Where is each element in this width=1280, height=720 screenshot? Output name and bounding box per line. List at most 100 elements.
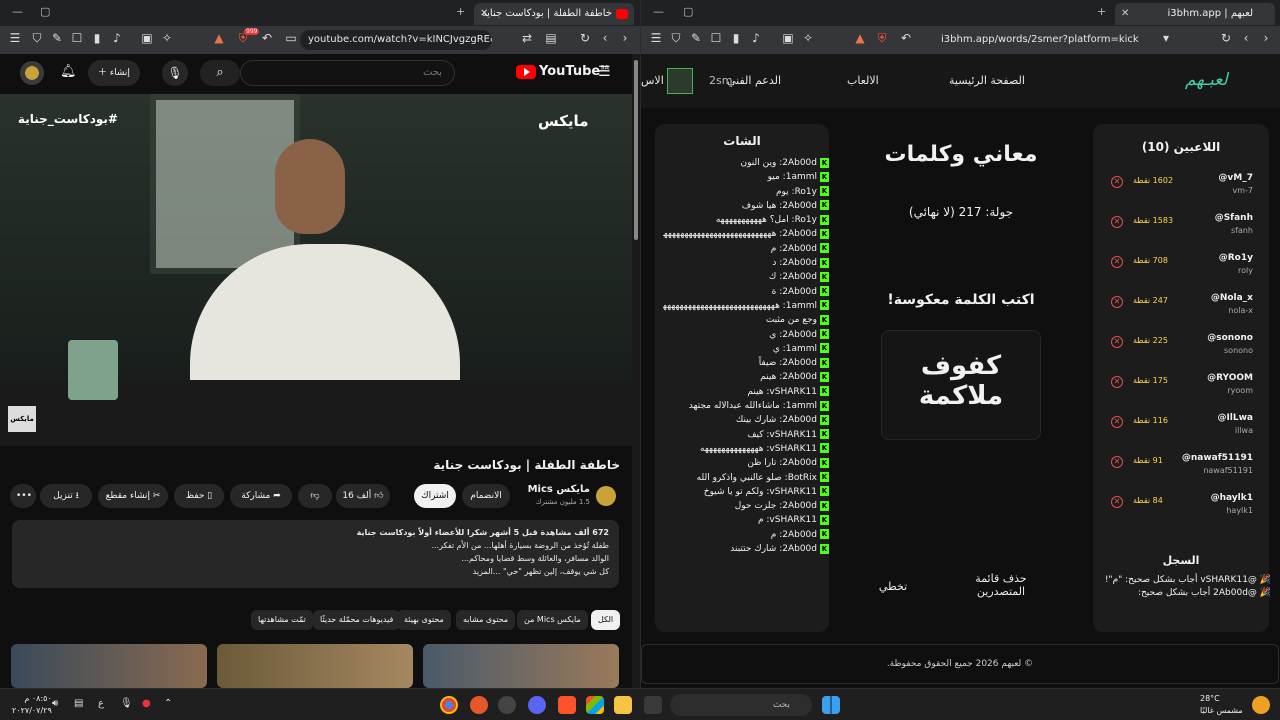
music-icon[interactable]: ♪ [110, 31, 124, 45]
weather-widget[interactable]: 28°C مشمس غالبًا [1200, 693, 1243, 717]
reload-back-icon[interactable]: ↶ [260, 31, 274, 45]
extensions-icon[interactable]: ✧ [801, 31, 815, 45]
chip-watched[interactable]: تمّت مشاهدتها [251, 610, 313, 630]
app-icon[interactable] [470, 696, 488, 714]
maximize-icon[interactable]: ▢ [40, 5, 50, 18]
download-button[interactable]: تنزيل ⭳ [40, 484, 92, 508]
brave-shield-icon[interactable]: ⛨ [875, 31, 889, 46]
nav-cut-link[interactable]: الاس [641, 74, 664, 87]
shield-icon[interactable]: ⛉ [30, 31, 44, 46]
scrollbar-thumb[interactable] [634, 60, 638, 240]
search-input[interactable]: بحث [240, 60, 455, 86]
nav-home[interactable]: الصفحة الرئيسية [949, 74, 1025, 87]
bookmark-icon[interactable]: ☐ [70, 31, 84, 45]
kick-player-icon[interactable]: ✕ [1111, 496, 1123, 508]
search-button[interactable]: ⌕ [200, 60, 240, 86]
tab-youtube-video[interactable]: ✕ خاطفة الطفلة | بودكاست جناية [474, 3, 634, 25]
save-button[interactable]: حفظ ▯ [174, 484, 224, 508]
screenshot-icon[interactable]: ▣ [140, 31, 154, 45]
like-button[interactable]: 16 ألف 👍︎ [336, 484, 390, 508]
minimize-icon[interactable]: — [653, 5, 664, 18]
chip-from-channel[interactable]: من Mics مايكس [517, 610, 588, 630]
music-icon[interactable]: ♪ [749, 31, 763, 45]
reload-icon[interactable]: ↻ [578, 31, 592, 45]
start-windows-icon[interactable] [822, 696, 840, 714]
reload-back-icon[interactable]: ↶ [899, 31, 913, 45]
share-icon[interactable]: ⇄ [520, 31, 534, 45]
recording-icon[interactable]: ● [142, 698, 151, 709]
back-icon[interactable]: ‹ [598, 31, 612, 45]
kick-player-icon[interactable]: ✕ [1111, 176, 1123, 188]
chip-recently-uploaded[interactable]: فيديوهات محمّلة حديثًا [313, 610, 401, 630]
recommended-thumbnail[interactable] [423, 644, 619, 688]
reload-icon[interactable]: ↻ [1219, 31, 1233, 45]
address-bar[interactable]: youtube.com/watch?v=kINCJvgzgRE&t=1... [300, 30, 492, 50]
triangle-icon[interactable]: ▲ [212, 31, 226, 45]
kick-player-icon[interactable]: ✕ [1111, 456, 1123, 468]
close-tab-icon[interactable]: ✕ [480, 3, 488, 25]
chip-all[interactable]: الكل [591, 610, 621, 630]
dislike-button[interactable]: 👎︎ [298, 484, 332, 508]
forward-icon[interactable]: › [1259, 31, 1273, 45]
more-actions-button[interactable]: ••• [10, 484, 36, 508]
network-icon[interactable]: ▤ [74, 698, 83, 709]
create-button[interactable]: ＋ إنشاء [88, 60, 140, 86]
bookmark-star-icon[interactable]: ▾ [1159, 31, 1173, 45]
nav-games[interactable]: الالعاب [847, 74, 879, 87]
bookmark-icon[interactable]: ☐ [709, 31, 723, 45]
channel-name[interactable]: مايكس Mics [500, 484, 590, 495]
screenshot-icon[interactable]: ▣ [781, 31, 795, 45]
mic-tray-icon[interactable]: 🎙︎ [120, 698, 133, 709]
pin-icon[interactable]: ✎ [50, 31, 64, 45]
shield-icon[interactable]: ⛉ [669, 31, 683, 46]
sidebar-icon[interactable]: ▮ [90, 31, 104, 45]
language-indicator[interactable]: ع [98, 698, 104, 709]
kick-player-icon[interactable]: ✕ [1111, 216, 1123, 228]
join-button[interactable]: الانضمام [462, 484, 510, 508]
clear-leaderboard-button[interactable]: حذف قائمة المتصدرين [961, 572, 1041, 598]
menu-icon[interactable]: ☰ [649, 31, 663, 45]
user-avatar[interactable] [667, 68, 693, 94]
new-tab-icon[interactable]: + [1097, 5, 1106, 18]
obs-app-icon[interactable] [498, 696, 516, 714]
close-tab-icon[interactable]: ✕ [1121, 3, 1129, 25]
task-view-icon[interactable] [644, 696, 662, 714]
share-button[interactable]: مشاركة ➦ [230, 484, 292, 508]
hamburger-menu-icon[interactable]: ☰ [598, 64, 611, 80]
triangle-icon[interactable]: ▲ [853, 31, 867, 45]
new-tab-icon[interactable]: + [456, 5, 465, 18]
sidebar-icon[interactable]: ▮ [729, 31, 743, 45]
channel-watermark[interactable]: مايكس [8, 406, 36, 432]
video-description[interactable]: 672 ألف مشاهدة قبل 5 أشهر شكرا للأعضاء أ… [12, 520, 619, 588]
minimize-icon[interactable]: — [12, 5, 23, 18]
chrome-app-icon[interactable] [440, 696, 458, 714]
scrollbar[interactable] [632, 54, 640, 688]
kick-player-icon[interactable]: ✕ [1111, 296, 1123, 308]
back-icon[interactable]: ‹ [1239, 31, 1253, 45]
pin-icon[interactable]: ✎ [689, 31, 703, 45]
recommended-thumbnail[interactable] [11, 644, 207, 688]
sidepanel-icon[interactable]: ▤ [544, 31, 558, 45]
subscribe-button[interactable]: اشتراك [414, 484, 456, 508]
recommended-thumbnail[interactable] [217, 644, 413, 688]
clip-button[interactable]: إنشاء مقطع ✂ [98, 484, 168, 508]
clock[interactable]: ٠٨:٥٠ م ٢٠٢٧/٠٧/٢٩ [12, 693, 52, 717]
extensions-icon[interactable]: ✧ [160, 31, 174, 45]
address-bar[interactable]: i3bhm.app/words/2smer?platform=kick [933, 30, 1153, 50]
file-explorer-icon[interactable] [614, 696, 632, 714]
forward-icon[interactable]: › [618, 31, 632, 45]
voice-search-mic-icon[interactable]: 🎙︎ [162, 60, 188, 86]
kick-player-icon[interactable]: ✕ [1111, 256, 1123, 268]
menu-icon[interactable]: ☰ [8, 31, 22, 45]
avatar[interactable] [20, 61, 44, 85]
maximize-icon[interactable]: ▢ [683, 5, 693, 18]
nav-support[interactable]: الدعم الفني [727, 74, 781, 87]
kick-player-icon[interactable]: ✕ [1111, 416, 1123, 428]
tray-expand-icon[interactable]: ⌃ [164, 698, 172, 709]
channel-avatar[interactable] [596, 486, 616, 506]
tab-i3bhm[interactable]: ✕ لعبهم | i3bhm.app [1115, 3, 1275, 25]
kick-player-icon[interactable]: ✕ [1111, 376, 1123, 388]
site-logo[interactable]: لعبـهم [1185, 70, 1228, 90]
kick-player-icon[interactable]: ✕ [1111, 336, 1123, 348]
brave-app-icon[interactable] [558, 696, 576, 714]
